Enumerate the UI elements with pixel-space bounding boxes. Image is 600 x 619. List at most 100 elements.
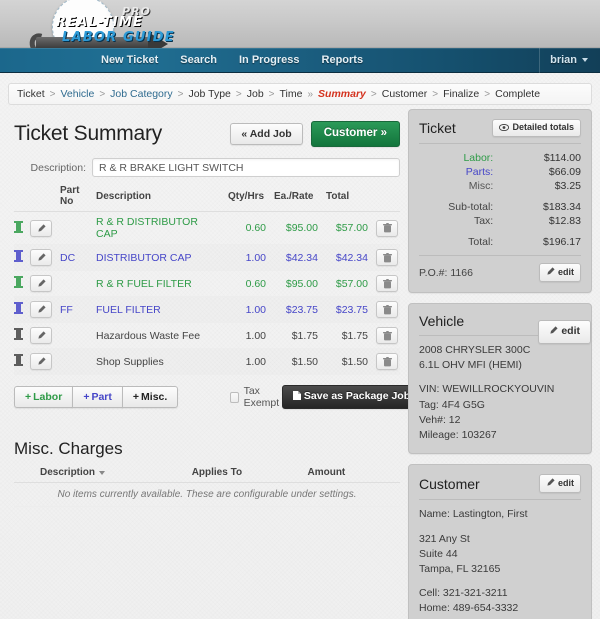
line-item-actions: + Labor + Part + Misc. Tax Exempt Save as P… [14,385,422,409]
table-row: FF FUEL FILTER 1.00 $23.75 $23.75 [14,296,400,323]
row-ea-rate: $95.00 [270,270,322,297]
row-total: $42.34 [322,244,372,271]
page-title-buttons: « Add Job Customer » [230,121,400,147]
row-qty-hrs: 1.00 [224,348,270,375]
grand-total-value: $196.17 [543,236,581,248]
edit-row-button[interactable] [30,275,52,292]
add-misc-button[interactable]: + Misc. [121,385,179,409]
table-header-row: Description Applies To Amount [14,464,400,483]
total-parts-value: $66.09 [548,166,581,178]
site-header: PRO REAL-TIME LABOR GUIDE [0,0,600,60]
vehicle-tag: Tag: 4F4 G5G [419,398,485,411]
row-delete-cell [372,211,400,245]
delete-row-button[interactable] [376,275,398,292]
misc-col-amount[interactable]: Amount [303,464,400,483]
main-column: Ticket Summary « Add Job Customer » Desc… [8,109,422,619]
nav-search[interactable]: Search [169,48,228,73]
delete-row-button[interactable] [376,353,398,370]
add-misc-label: Misc. [141,390,168,403]
edit-po-button[interactable]: edit [538,263,581,282]
col-delete [372,182,400,212]
user-menu-label: brian [550,54,577,66]
edit-vehicle-button[interactable]: edit [538,320,591,344]
pencil-icon [549,326,558,338]
col-handle [14,182,26,212]
misc-charges-section: Misc. Charges Description Applies To Amo… [14,439,400,507]
delete-row-button[interactable] [376,219,398,237]
add-labor-button[interactable]: + Labor [14,385,74,409]
breadcrumb-step-ticket[interactable]: Ticket [17,88,45,100]
row-drag-handle[interactable] [14,322,26,349]
row-edit-cell [26,244,56,271]
po-number-text: P.O.#: 1166 [419,266,473,279]
row-drag-handle[interactable] [14,211,26,245]
edit-row-button[interactable] [30,219,52,237]
eye-icon [499,123,510,133]
table-row: Total: $196.17 [419,235,581,249]
row-description: Shop Supplies [92,348,224,375]
edit-customer-button[interactable]: edit [538,474,581,494]
breadcrumb-separator: > [177,88,184,100]
edit-row-button[interactable] [30,249,52,266]
breadcrumb-step-job[interactable]: Job [247,88,264,100]
nav-in-progress[interactable]: In Progress [228,48,311,73]
page-content: Ticket Summary « Add Job Customer » Desc… [0,105,600,619]
table-row: DC DISTRIBUTOR CAP 1.00 $42.34 $42.34 [14,244,400,271]
nav-new-ticket[interactable]: New Ticket [90,48,169,73]
po-number-row: P.O.#: 1166 edit [419,263,581,282]
edit-row-button[interactable] [30,327,52,344]
detailed-totals-button[interactable]: Detailed totals [492,119,581,137]
row-delete-cell [372,244,400,271]
vehicle-mileage: Mileage: 103267 [419,429,497,442]
divider [419,255,581,256]
breadcrumb-step-finalize[interactable]: Finalize [443,88,479,100]
table-row: Sub-total: $183.34 [419,200,581,214]
misc-col-description[interactable]: Description [14,464,188,483]
page-title: Ticket Summary [14,122,163,145]
breadcrumb-step-complete[interactable]: Complete [495,88,540,100]
row-drag-handle[interactable] [14,296,26,323]
breadcrumb-step-customer[interactable]: Customer [382,88,428,100]
breadcrumb-step-vehicle[interactable]: Vehicle [60,88,94,100]
row-delete-cell [372,322,400,349]
customer-next-button[interactable]: Customer » [310,121,400,147]
breadcrumb-step-time[interactable]: Time [280,88,303,100]
table-row: R & R DISTRIBUTOR CAP 0.60 $95.00 $57.00 [14,211,400,245]
edit-row-button[interactable] [30,353,52,370]
tax-exempt-control[interactable]: Tax Exempt [230,385,282,409]
tax-exempt-checkbox[interactable] [230,391,239,403]
add-part-button[interactable]: + Part [72,385,123,409]
edit-row-button[interactable] [30,301,52,318]
divider [419,499,581,501]
delete-row-button[interactable] [376,249,398,266]
misc-charges-body: No items currently available. These are … [14,482,400,507]
breadcrumb-step-job-category[interactable]: Job Category [110,88,172,100]
breadcrumb-separator: > [432,88,439,100]
save-as-package-job-label: Save as Package Job [303,390,411,403]
save-icon [292,391,301,403]
add-job-button[interactable]: « Add Job [230,122,303,146]
nav-reports[interactable]: Reports [311,48,375,73]
row-total: $57.00 [322,211,372,245]
line-items-table: Part No Description Qty/Hrs Ea./Rate Tot… [14,182,400,375]
row-drag-handle[interactable] [14,270,26,297]
customer-panel-header: Customer edit [419,474,581,494]
row-drag-handle[interactable] [14,348,26,375]
row-qty-hrs: 0.60 [224,270,270,297]
col-qty-hrs: Qty/Hrs [224,182,270,212]
table-row: Tax: $12.83 [419,214,581,228]
plus-icon: + [25,390,32,403]
breadcrumb-step-job-type[interactable]: Job Type [188,88,230,100]
col-total: Total [322,182,372,212]
col-description: Description [92,182,224,212]
user-menu[interactable]: brian [539,47,600,73]
delete-row-button[interactable] [376,301,398,318]
row-drag-handle[interactable] [14,244,26,271]
logo-line-1: REAL-TIME [56,15,144,30]
description-input[interactable] [92,158,400,177]
breadcrumb-separator: > [49,88,56,100]
save-as-package-job-button[interactable]: Save as Package Job [281,385,422,409]
delete-row-button[interactable] [376,327,398,344]
row-description: FUEL FILTER [92,296,224,323]
misc-col-applies-to[interactable]: Applies To [187,464,304,483]
